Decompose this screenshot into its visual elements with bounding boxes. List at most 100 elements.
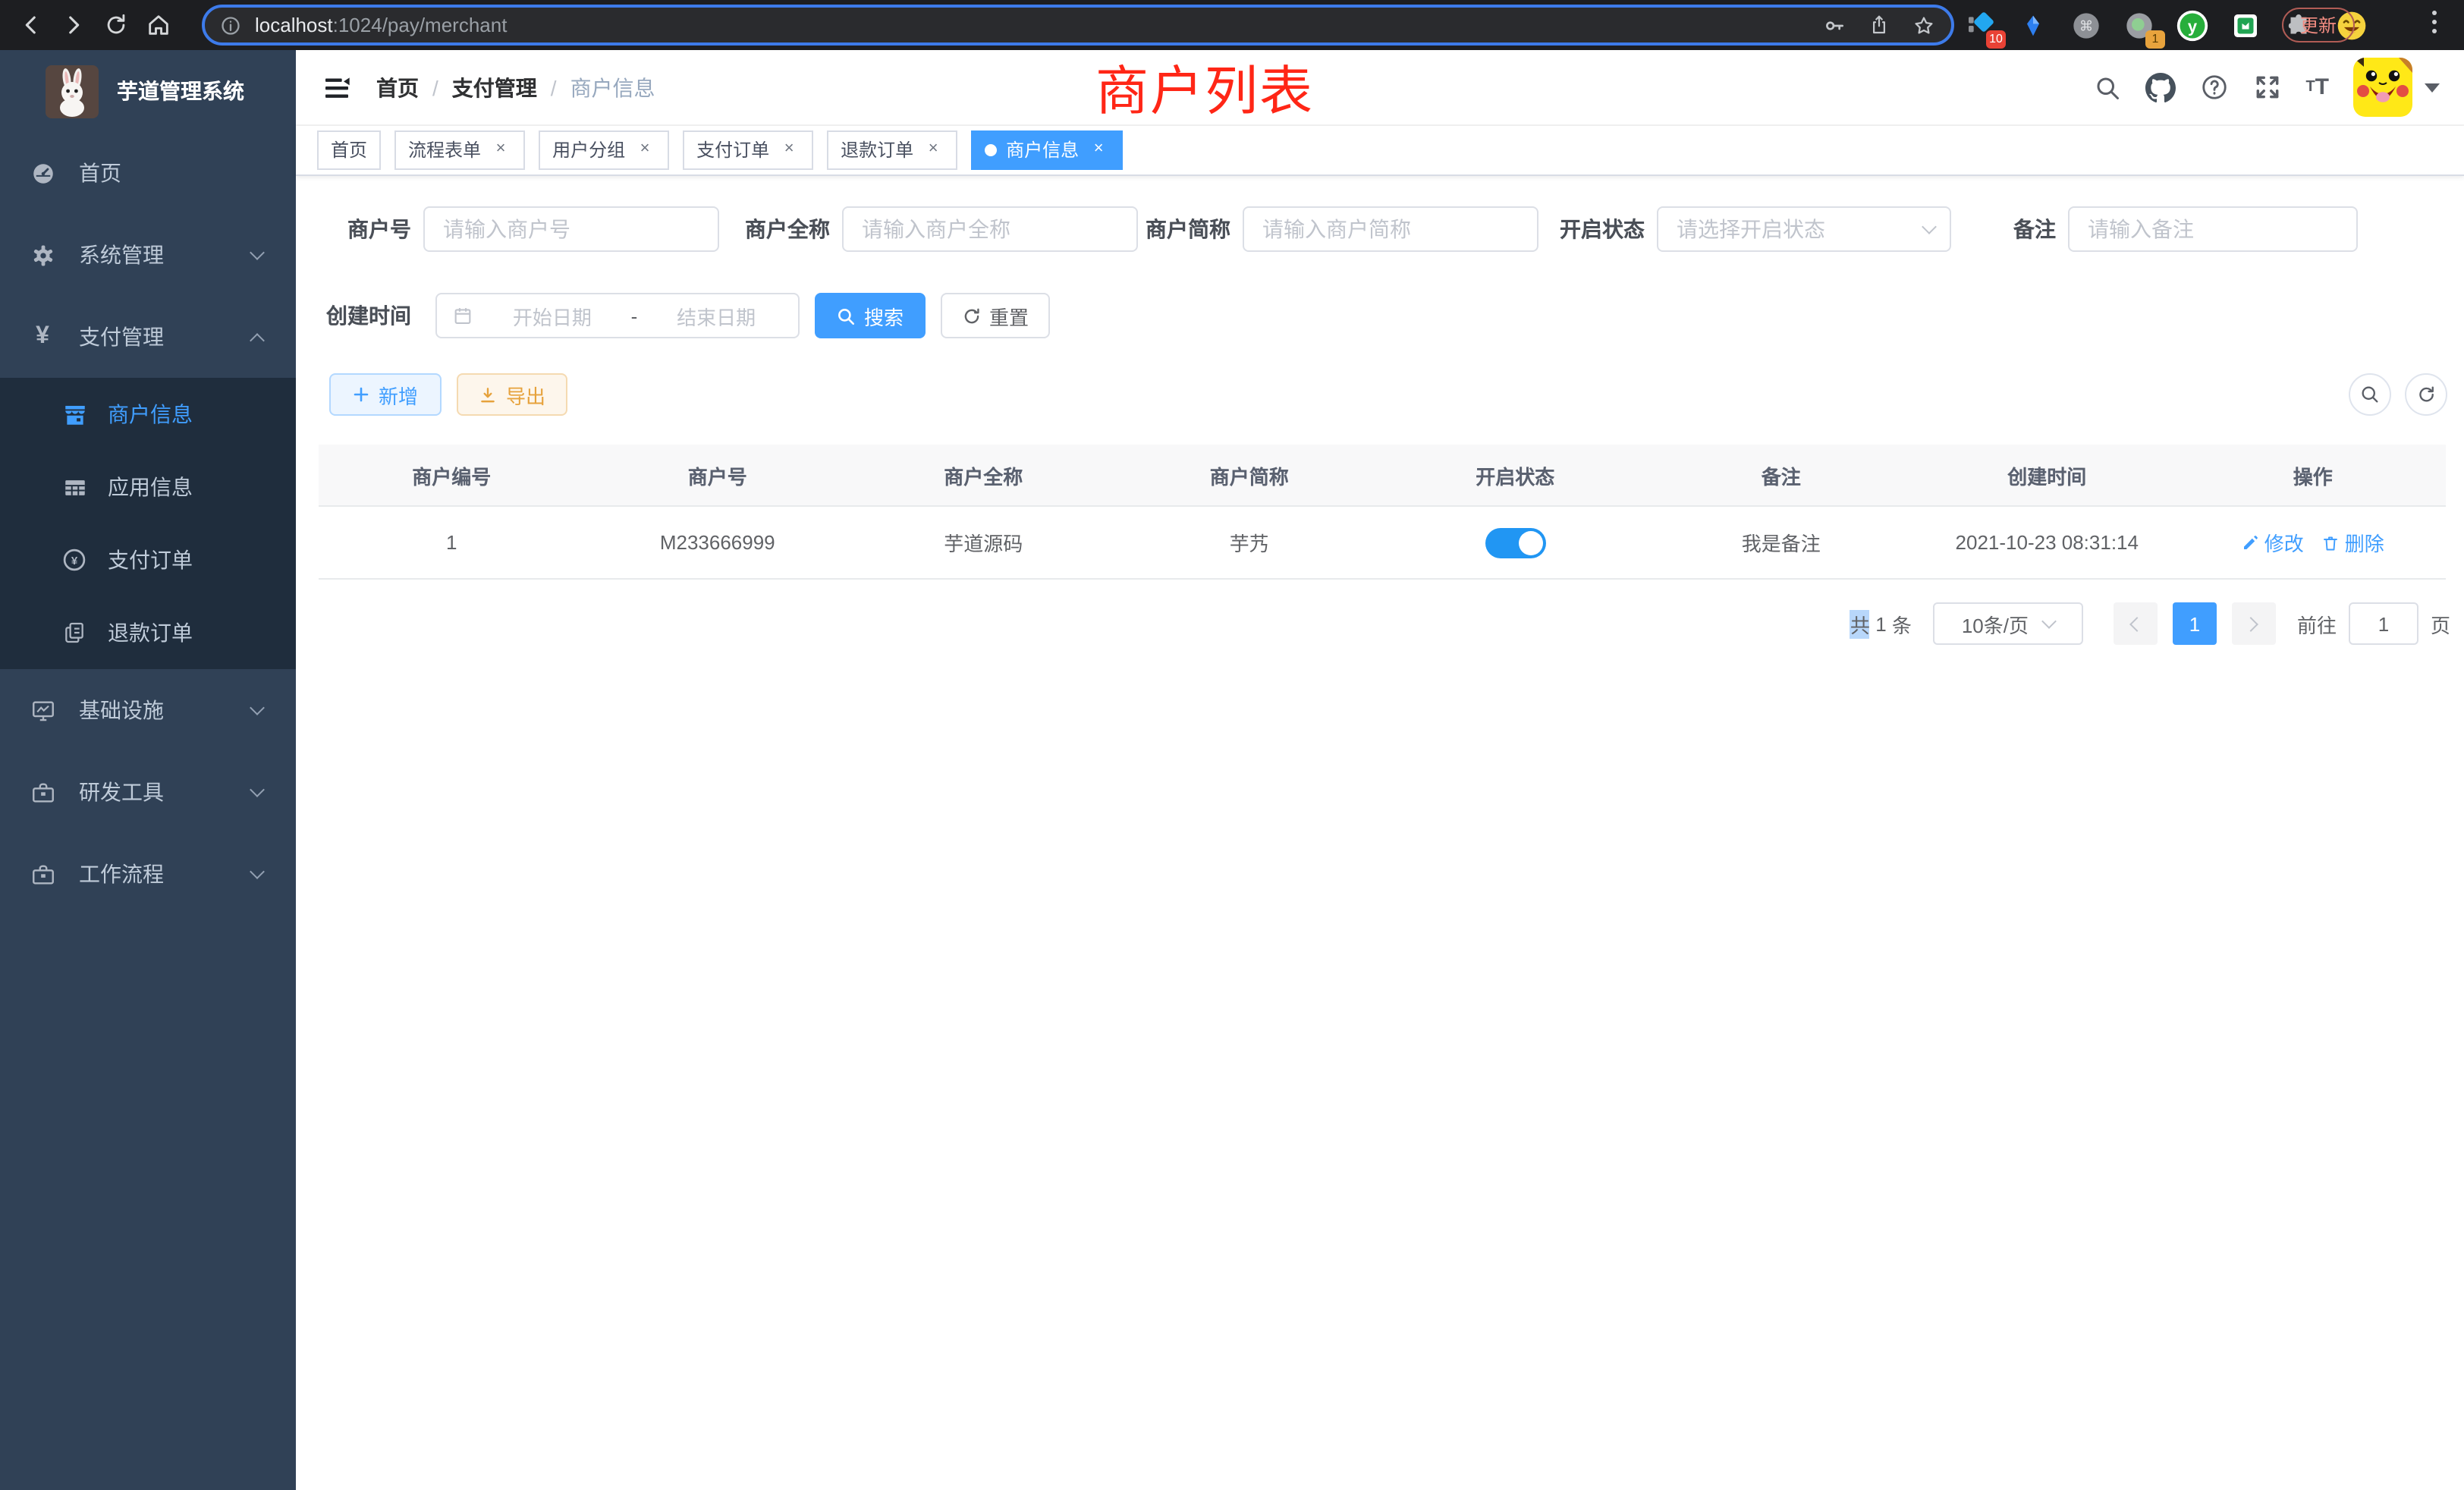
url-bar[interactable]: localhost:1024/pay/merchant xyxy=(202,5,1954,46)
sidebar-item-app-info[interactable]: 应用信息 xyxy=(0,451,296,523)
extension-command-icon[interactable]: ⌘ xyxy=(2070,8,2103,42)
col-actions: 操作 xyxy=(2180,461,2447,489)
password-key-icon[interactable] xyxy=(1822,13,1846,37)
screen: localhost:1024/pay/merchant 10 ⌘ xyxy=(0,0,2464,1490)
next-page-button[interactable] xyxy=(2232,602,2276,645)
reset-button[interactable]: 重置 xyxy=(941,293,1050,338)
tab-process-form[interactable]: 流程表单× xyxy=(394,130,525,170)
page-size-select[interactable]: 10条/页 xyxy=(1933,602,2083,645)
tab-merchant-info[interactable]: 商户信息× xyxy=(971,130,1123,170)
sidebar-item-label: 支付管理 xyxy=(79,322,164,352)
yen-circle-icon: ¥ xyxy=(56,546,93,574)
forward-icon xyxy=(60,12,86,38)
sidebar-item-home[interactable]: 首页 xyxy=(0,132,296,214)
extension-green-square-icon[interactable] xyxy=(2229,8,2262,42)
sidebar-item-payment[interactable]: ¥ 支付管理 xyxy=(0,296,296,378)
reload-button[interactable] xyxy=(94,4,137,46)
site-info-icon[interactable] xyxy=(220,14,241,36)
chevron-down-icon xyxy=(2041,614,2057,629)
grid-icon xyxy=(56,474,93,500)
page-1-button[interactable]: 1 xyxy=(2173,602,2217,645)
sidebar-toggle-icon[interactable] xyxy=(322,72,352,102)
sidebar-item-workflow[interactable]: 工作流程 xyxy=(0,833,296,915)
chevron-down-icon xyxy=(250,782,265,797)
goto-label: 前往 xyxy=(2297,609,2337,638)
field-label: 开启状态 xyxy=(1529,214,1657,244)
bookmark-star-icon[interactable] xyxy=(1912,13,1936,37)
browser-update-button[interactable]: 更新 xyxy=(2282,8,2355,42)
status-select[interactable]: 请选择开启状态 xyxy=(1657,206,1951,252)
refresh-table-button[interactable] xyxy=(2405,373,2447,416)
browser-menu-icon[interactable] xyxy=(2432,11,2437,33)
status-toggle[interactable] xyxy=(1485,527,1545,558)
filter-full-name: 商户全称 xyxy=(715,206,1138,252)
sidebar-item-label: 应用信息 xyxy=(108,472,193,502)
col-remark: 备注 xyxy=(1648,461,1915,489)
range-separator: - xyxy=(631,304,638,327)
breadcrumb-payment[interactable]: 支付管理 xyxy=(452,72,537,102)
cell-remark: 我是备注 xyxy=(1648,528,1915,557)
close-icon[interactable]: × xyxy=(634,140,655,161)
document-copy-icon xyxy=(56,621,93,645)
start-date-placeholder: 开始日期 xyxy=(486,301,619,330)
tab-pay-order[interactable]: 支付订单× xyxy=(683,130,813,170)
sidebar-item-label: 支付订单 xyxy=(108,545,193,575)
edit-link[interactable]: 修改 xyxy=(2242,528,2304,557)
short-name-input[interactable] xyxy=(1243,206,1538,252)
help-icon[interactable] xyxy=(2199,73,2228,102)
payment-submenu: 商户信息 应用信息 ¥ 支付订单 xyxy=(0,378,296,669)
chevron-down-icon xyxy=(1922,219,1937,234)
merchant-no-input[interactable] xyxy=(423,206,719,252)
close-icon[interactable]: × xyxy=(490,140,511,161)
chevron-down-icon xyxy=(250,700,265,715)
full-name-input[interactable] xyxy=(842,206,1138,252)
annotation-merchant-list: 商户列表 xyxy=(1095,49,1314,126)
sidebar-item-merchant-info[interactable]: 商户信息 xyxy=(0,378,296,451)
sidebar-item-label: 商户信息 xyxy=(108,399,193,429)
cell-create-time: 2021-10-23 08:31:14 xyxy=(1914,531,2180,554)
delete-link[interactable]: 删除 xyxy=(2322,528,2384,557)
close-icon[interactable]: × xyxy=(922,140,944,161)
extension-diamond-icon[interactable]: 10 xyxy=(1963,8,1997,42)
github-icon[interactable] xyxy=(2145,72,2175,102)
fullscreen-icon[interactable] xyxy=(2252,73,2281,102)
extension-y-icon[interactable]: y xyxy=(2176,8,2209,42)
close-icon[interactable]: × xyxy=(1088,140,1109,161)
search-button[interactable]: 搜索 xyxy=(815,293,926,338)
back-button[interactable] xyxy=(9,4,52,46)
breadcrumb-current: 商户信息 xyxy=(570,72,655,102)
user-menu[interactable] xyxy=(2353,58,2440,117)
export-button[interactable]: 导出 xyxy=(457,373,567,416)
remark-input[interactable] xyxy=(2068,206,2358,252)
goto-page-input[interactable] xyxy=(2349,602,2418,645)
chevron-up-icon xyxy=(250,332,265,347)
extension-kite-icon[interactable] xyxy=(2016,8,2050,42)
home-button[interactable] xyxy=(137,4,179,46)
close-icon[interactable]: × xyxy=(778,140,800,161)
sidebar-item-dev-tools[interactable]: 研发工具 xyxy=(0,751,296,833)
sidebar-item-pay-order[interactable]: ¥ 支付订单 xyxy=(0,523,296,596)
tab-user-group[interactable]: 用户分组× xyxy=(539,130,669,170)
header-search-icon[interactable] xyxy=(2093,74,2120,101)
sidebar-item-system[interactable]: 系统管理 xyxy=(0,214,296,296)
breadcrumb-home[interactable]: 首页 xyxy=(376,72,419,102)
tab-refund-order[interactable]: 退款订单× xyxy=(827,130,957,170)
app-logo[interactable]: 芋道管理系统 xyxy=(0,50,296,132)
sidebar-item-refund-order[interactable]: 退款订单 xyxy=(0,596,296,669)
extension-recorder-icon[interactable]: 1 xyxy=(2123,8,2156,42)
create-time-range-picker[interactable]: 开始日期 - 结束日期 xyxy=(435,293,800,338)
sidebar-item-infrastructure[interactable]: 基础设施 xyxy=(0,669,296,751)
forward-button[interactable] xyxy=(52,4,94,46)
monitor-chart-icon xyxy=(24,697,61,723)
field-label: 创建时间 xyxy=(296,300,423,331)
share-icon[interactable] xyxy=(1868,14,1890,36)
cell-short-name: 芋艿 xyxy=(1117,528,1383,557)
prev-page-button[interactable] xyxy=(2114,602,2158,645)
col-status: 开启状态 xyxy=(1382,461,1648,489)
tab-home[interactable]: 首页 xyxy=(317,130,381,170)
toggle-search-button[interactable] xyxy=(2349,373,2391,416)
merchant-table: 商户编号 商户号 商户全称 商户简称 开启状态 备注 创建时间 操作 1 M23… xyxy=(319,445,2446,580)
font-size-icon[interactable]: TT xyxy=(2305,76,2329,99)
svg-text:y: y xyxy=(2188,16,2198,35)
add-button[interactable]: 新增 xyxy=(329,373,442,416)
